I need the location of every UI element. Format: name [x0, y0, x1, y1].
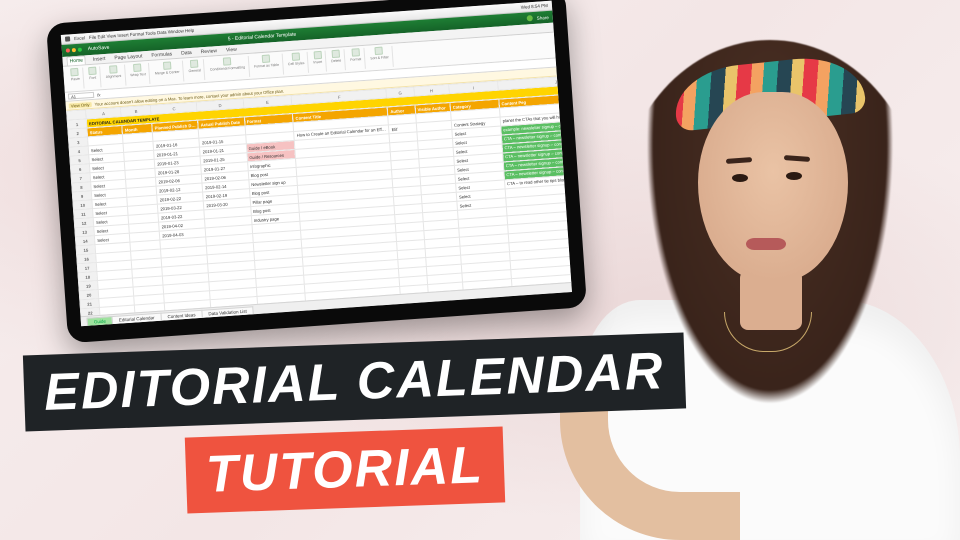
ribbon-group[interactable]: Cell Styles — [284, 52, 309, 75]
spreadsheet-grid[interactable]: ABCDEFGHIJK1EDITORIAL CALENDAR TEMPLATE2… — [66, 76, 571, 316]
ribbon-group[interactable]: General — [185, 59, 206, 81]
ribbon-tab-insert[interactable]: Insert — [91, 55, 108, 64]
ribbon-group[interactable]: Format as Table — [250, 54, 283, 77]
sheet-tab[interactable]: Content Ideas — [160, 309, 202, 320]
mac-clock: Wed 8:54 PM — [521, 3, 548, 10]
ribbon-group[interactable]: Sort & Filter — [367, 46, 394, 69]
ribbon-group[interactable]: Delete — [327, 49, 346, 71]
sheet-tab[interactable]: Guide — [87, 316, 114, 326]
share-button[interactable]: Share — [537, 14, 549, 20]
laptop-screen: Excel File Edit View Insert Format Tools… — [61, 1, 572, 327]
ribbon-group[interactable]: Insert — [310, 51, 327, 73]
close-icon[interactable] — [66, 48, 70, 52]
presenter-photo — [570, 0, 960, 540]
sheet-tab[interactable]: Editorial Calendar — [112, 312, 162, 323]
ribbon-group[interactable]: Paste — [67, 68, 84, 90]
headline-line1: Editorial Calendar — [23, 332, 686, 431]
autosave-toggle-label[interactable]: AutoSave — [88, 45, 110, 52]
name-box[interactable]: A1 — [68, 92, 94, 100]
sheet-tab[interactable]: Data Validation List — [201, 306, 254, 318]
headline-line2: Tutorial — [185, 426, 505, 513]
ribbon-tab-home[interactable]: Home — [66, 55, 86, 65]
ribbon-group[interactable]: Alignment — [102, 65, 126, 88]
ribbon-tab-review[interactable]: Review — [198, 47, 219, 56]
maximize-icon[interactable] — [78, 48, 82, 52]
ribbon-group[interactable]: Wrap Text — [127, 63, 151, 86]
ribbon-group[interactable]: Merge & Center — [151, 61, 184, 84]
notice-chip: View Only — [69, 102, 92, 109]
ribbon-group[interactable]: Font — [85, 66, 101, 88]
ribbon-group[interactable]: Conditional Formatting — [206, 56, 250, 80]
minimize-icon[interactable] — [72, 48, 76, 52]
mac-app-name: Excel — [74, 35, 85, 41]
ribbon-group[interactable]: Format — [347, 48, 367, 70]
laptop-mockup: Excel File Edit View Insert Format Tools… — [46, 0, 587, 343]
apple-logo-icon — [65, 36, 70, 41]
ribbon-tab-view[interactable]: View — [224, 46, 239, 55]
window-controls[interactable] — [66, 48, 82, 53]
user-avatar-icon[interactable] — [527, 15, 533, 21]
fx-icon[interactable]: fx — [97, 92, 101, 97]
thumbnail-stage: Excel File Edit View Insert Format Tools… — [0, 0, 960, 540]
ribbon-tab-data[interactable]: Data — [179, 49, 194, 58]
